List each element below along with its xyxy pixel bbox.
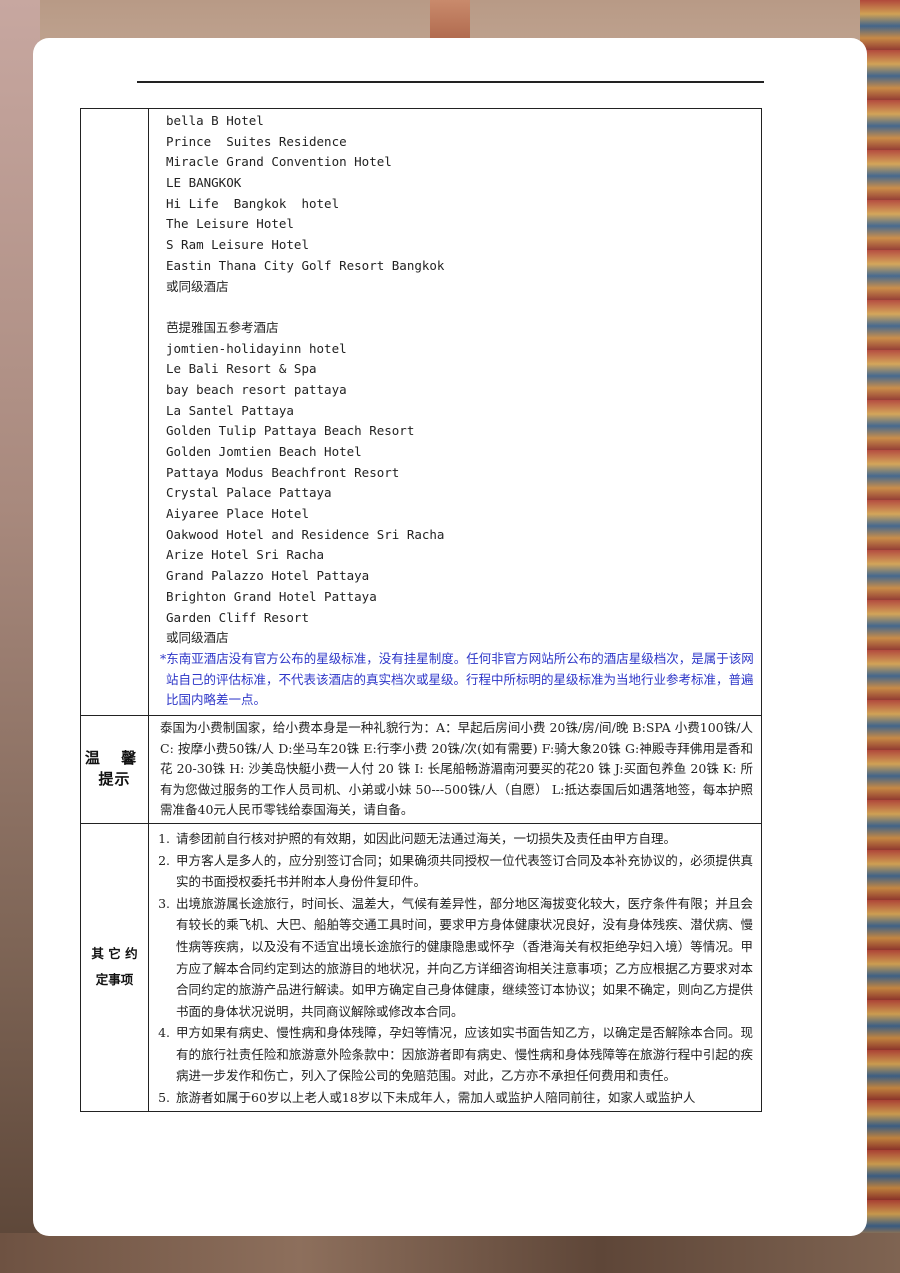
tips-label-line2: 提示: [98, 770, 131, 789]
hotel-row: bella B Hotel Prince Suites Residence Mi…: [80, 108, 762, 716]
other-terms-row: 其 它 约 定事项 1. 请参团前自行核对护照的有效期，如因此问题无法通过海关，一…: [80, 822, 762, 1112]
item-number: 2.: [158, 852, 170, 868]
tips-label-cell: 温 馨 提示: [80, 714, 149, 824]
hotel-item: 或同级酒店: [166, 630, 229, 646]
hotel-item: Garden Cliff Resort: [166, 609, 309, 625]
pattaya-heading: 芭提雅国五参考酒店: [166, 319, 279, 335]
tips-row: 温 馨 提示 泰国为小费制国家，给小费本身是一种礼貌行为：A：早起后房间小费 2…: [80, 714, 762, 824]
list-item: 5. 旅游者如属于60岁以上老人或18岁以下未成年人，需加人或监护人陪同前往，如家…: [149, 1087, 753, 1109]
background-top-spire: [430, 0, 470, 40]
hotel-item: Hi Life Bangkok hotel: [166, 195, 340, 211]
hotel-item: Arize Hotel Sri Racha: [166, 547, 325, 563]
tips-content-cell: 泰国为小费制国家，给小费本身是一种礼貌行为：A：早起后房间小费 20铢/房/间/…: [148, 714, 762, 824]
hotel-item: Le Bali Resort & Spa: [166, 361, 317, 377]
hotel-item: Prince Suites Residence: [166, 133, 347, 149]
hotel-item: Oakwood Hotel and Residence Sri Racha: [166, 526, 445, 542]
hotel-item: Golden Tulip Pattaya Beach Resort: [166, 423, 415, 439]
hotel-item: S Ram Leisure Hotel: [166, 237, 309, 253]
terms-list: 1. 请参团前自行核对护照的有效期，如因此问题无法通过海关，一切损失及责任由甲方自…: [149, 824, 761, 1111]
hotel-item: La Santel Pattaya: [166, 402, 294, 418]
other-label-line2: 定事项: [95, 972, 134, 988]
hotel-item: Grand Palazzo Hotel Pattaya: [166, 568, 370, 584]
background-bottom-photo: [0, 1233, 900, 1273]
list-item: 2. 甲方客人是多人的，应分别签订合同；如果确须共同授权一位代表签订合同及本补充协…: [149, 850, 753, 893]
itinerary-table: bella B Hotel Prince Suites Residence Mi…: [80, 108, 762, 1112]
tips-text: 泰国为小费制国家，给小费本身是一种礼貌行为：A：早起后房间小费 20铢/房/间/…: [160, 719, 753, 818]
other-terms-cell: 1. 请参团前自行核对护照的有效期，如因此问题无法通过海关，一切损失及责任由甲方自…: [148, 822, 762, 1112]
other-label-cell: 其 它 约 定事项: [80, 822, 149, 1112]
star-rating-note: *东南亚酒店没有官方公布的星级标准，没有挂星制度。任何非官方网站所公布的酒店星级…: [160, 650, 754, 708]
item-text: 请参团前自行核对护照的有效期，如因此问题无法通过海关，一切损失及责任由甲方自理。: [176, 830, 677, 846]
tips-label-line1: 温 馨: [84, 749, 145, 768]
hotel-list-cell: bella B Hotel Prince Suites Residence Mi…: [148, 108, 762, 716]
list-item: 1. 请参团前自行核对护照的有效期，如因此问题无法通过海关，一切损失及责任由甲方自…: [149, 828, 753, 850]
item-text: 甲方如果有病史、慢性病和身体残障，孕妇等情况，应该如实书面告知乙方，以确定是否解…: [176, 1025, 753, 1084]
item-number: 1.: [158, 830, 170, 846]
hotel-item: The Leisure Hotel: [166, 216, 294, 232]
hotel-item: Miracle Grand Convention Hotel: [166, 154, 392, 170]
hotel-item: Eastin Thana City Golf Resort Bangkok: [166, 257, 445, 273]
hotel-item: bella B Hotel: [166, 113, 264, 128]
hotel-item: LE BANGKOK: [166, 175, 242, 191]
item-number: 3.: [158, 895, 170, 911]
list-item: 4. 甲方如果有病史、慢性病和身体残障，孕妇等情况，应该如实书面告知乙方，以确定是…: [149, 1022, 753, 1087]
item-text: 旅游者如属于60岁以上老人或18岁以下未成年人，需加人或监护人陪同前往，如家人或…: [176, 1090, 696, 1106]
other-label-line1: 其 它 约: [91, 946, 138, 962]
item-number: 5.: [158, 1090, 170, 1106]
list-item: 3. 出境旅游属长途旅行，时间长、温差大，气候有差异性，部分地区海拔变化较大，医疗…: [149, 893, 753, 1023]
item-text: 甲方客人是多人的，应分别签订合同；如果确须共同授权一位代表签订合同及本补充协议的…: [176, 852, 753, 890]
header-rule: [137, 81, 764, 83]
item-number: 4.: [158, 1025, 170, 1041]
item-text: 出境旅游属长途旅行，时间长、温差大，气候有差异性，部分地区海拔变化较大，医疗条件…: [176, 895, 753, 1019]
hotel-item: Aiyaree Place Hotel: [166, 506, 309, 522]
hotel-item: bay beach resort pattaya: [166, 381, 347, 397]
hotel-item: Pattaya Modus Beachfront Resort: [166, 464, 400, 480]
hotel-item: Brighton Grand Hotel Pattaya: [166, 588, 377, 604]
hotel-item: Crystal Palace Pattaya: [166, 485, 332, 501]
hotel-item: Golden Jomtien Beach Hotel: [166, 444, 362, 459]
hotel-item: 或同级酒店: [166, 278, 229, 294]
hotel-item: jomtien-holidayinn hotel: [166, 340, 347, 356]
hotel-label-cell: [80, 108, 149, 716]
